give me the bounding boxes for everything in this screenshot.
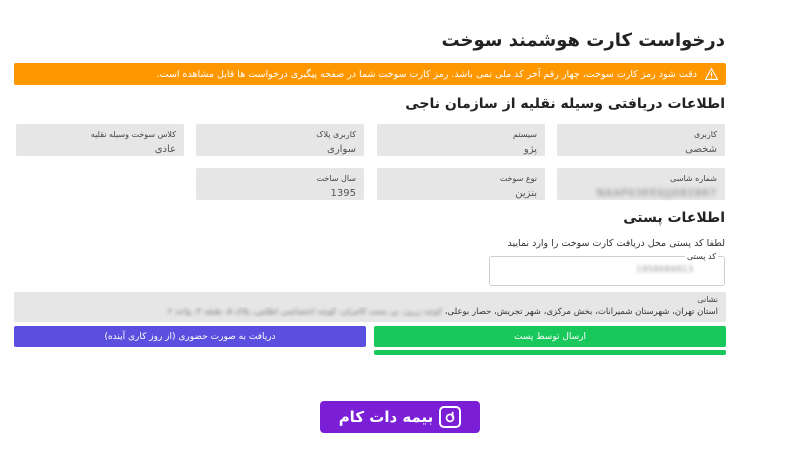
page-title: درخواست کارت هوشمند سوخت: [441, 30, 725, 51]
field-fuel-type: نوع سوخت بنزین: [377, 168, 545, 200]
field-system: سیستم پژو: [377, 124, 545, 156]
send-by-post-button[interactable]: ارسال توسط پست: [374, 326, 726, 347]
address-label: نشانی: [697, 295, 718, 304]
postal-code-input[interactable]: [636, 265, 716, 275]
warning-alert: دقت شود رمز کارت سوخت، چهار رقم آخر کد م…: [14, 63, 726, 85]
postal-section-title: اطلاعات پستی: [623, 210, 725, 226]
address-field: نشانی استان تهران، شهرستان شمیرانات، بخش…: [14, 292, 726, 322]
warning-icon: [704, 67, 719, 80]
field-plate-usage: کاربری پلاک سواری: [196, 124, 364, 156]
brand-logo: بیمه دات کام: [320, 401, 480, 433]
postal-code-label: کد پستی: [685, 252, 718, 261]
field-fuel-class: کلاس سوخت وسیله نقلیه عادی: [16, 124, 184, 156]
vehicle-section-title: اطلاعات دریافتی وسیله نقلیه از سازمان نا…: [405, 96, 725, 112]
progress-bar: [374, 350, 726, 355]
field-usage: کاربری شخصی: [557, 124, 725, 156]
postal-code-field[interactable]: کد پستی: [489, 252, 725, 286]
brand-mark-icon: [439, 406, 462, 428]
alert-text: دقت شود رمز کارت سوخت، چهار رقم آخر کد م…: [156, 68, 697, 80]
in-person-pickup-button[interactable]: دریافت به صورت حضوری (از روز کاری آینده): [14, 326, 366, 347]
address-value: استان تهران، شهرستان شمیرانات، بخش مرکزی…: [167, 307, 718, 317]
field-build-year: سال ساخت 1395: [196, 168, 364, 200]
field-chassis-number: شماره شاسی NAAP03EE0JJ082887: [557, 168, 725, 200]
brand-name: بیمه دات کام: [338, 408, 434, 426]
postal-hint: لطفا کد پستی محل دریافت کارت سوخت را وار…: [507, 238, 725, 249]
